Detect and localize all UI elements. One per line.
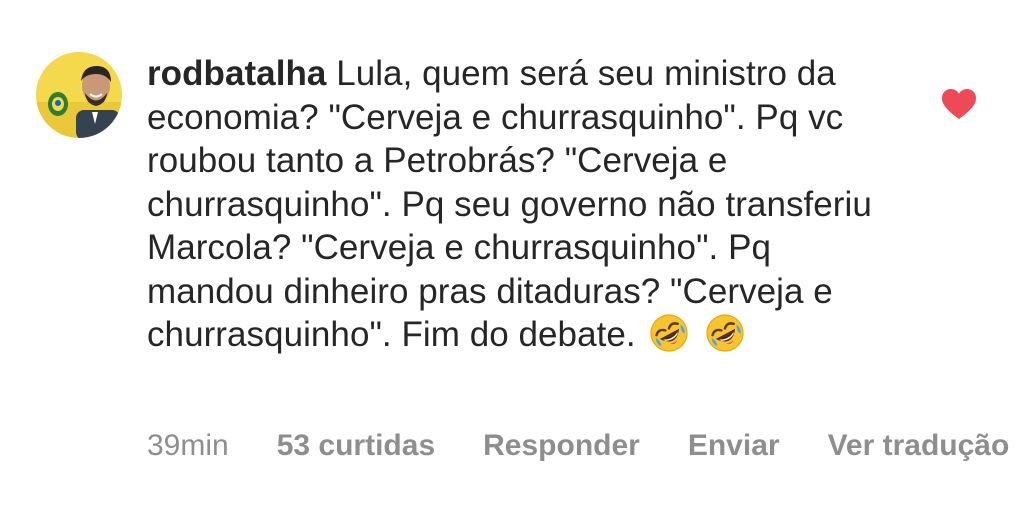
avatar-image — [36, 52, 122, 138]
send-button[interactable]: Enviar — [688, 429, 780, 463]
comment-body: rodbatalha Lula, quem será seu ministro … — [147, 52, 882, 359]
translate-button[interactable]: Ver tradução — [828, 429, 1010, 463]
comment: rodbatalha Lula, quem será seu ministro … — [0, 0, 1024, 529]
comment-actions: 39min 53 curtidas Responder Enviar Ver t… — [147, 424, 1024, 468]
likes-count-button[interactable]: 53 curtidas — [277, 429, 435, 463]
comment-timestamp: 39min — [147, 429, 229, 462]
reply-button[interactable]: Responder — [483, 429, 640, 463]
rolling-on-floor-laughing-icon — [703, 311, 747, 355]
heart-icon — [942, 89, 976, 119]
comment-text: Lula, quem será seu ministro da economia… — [147, 54, 872, 354]
rolling-on-floor-laughing-icon — [647, 311, 691, 355]
comment-username[interactable]: rodbatalha — [147, 54, 326, 93]
avatar[interactable] — [36, 52, 122, 138]
like-button[interactable] — [940, 87, 978, 121]
